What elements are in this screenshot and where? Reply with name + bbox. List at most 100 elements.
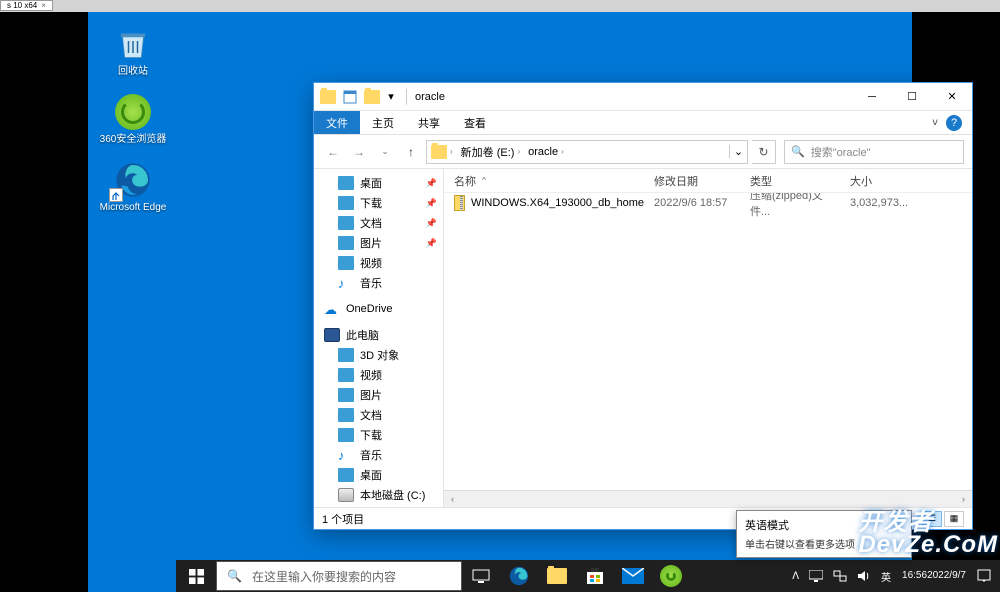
nav-item[interactable]: 3D 对象: [314, 345, 443, 365]
nav-item-label: 图片: [360, 235, 382, 251]
fold-b-icon: [338, 468, 354, 482]
address-dropdown-icon[interactable]: ⌄: [729, 145, 747, 158]
nav-item-label: 本地磁盘 (C:): [360, 487, 425, 503]
taskbar-360-icon[interactable]: [652, 560, 690, 592]
fold-b-icon: [338, 388, 354, 402]
file-name: WINDOWS.X64_193000_db_home: [471, 197, 644, 209]
col-date[interactable]: 修改日期: [644, 173, 740, 189]
col-size[interactable]: 大小: [840, 173, 972, 189]
edge-icon[interactable]: Microsoft Edge: [98, 160, 168, 214]
scroll-right-icon[interactable]: ›: [955, 494, 972, 504]
nav-item[interactable]: ♪音乐: [314, 445, 443, 465]
nav-item[interactable]: 图片 📌: [314, 233, 443, 253]
nav-item-label: 文档: [360, 215, 382, 231]
col-name[interactable]: 名称: [454, 173, 476, 189]
back-button[interactable]: ←: [322, 141, 344, 163]
breadcrumb-seg-0[interactable]: 新加卷 (E:): [461, 144, 515, 160]
navigation-pane[interactable]: 桌面📌下载📌文档📌图片📌视频♪音乐☁OneDrive此电脑3D 对象视频图片文档…: [314, 169, 444, 507]
nav-item-label: 文档: [360, 407, 382, 423]
tab-view[interactable]: 查看: [452, 111, 498, 134]
desktop[interactable]: 回收站 360安全浏览器 Microsoft Edge ▾ oracle: [88, 12, 912, 592]
nav-item[interactable]: 视频: [314, 365, 443, 385]
search-icon: 🔍: [791, 145, 805, 158]
letterbox-left: [0, 12, 88, 592]
nav-onedrive[interactable]: ☁OneDrive: [314, 299, 443, 319]
nav-item[interactable]: 桌面: [314, 465, 443, 485]
clock-time: 16:56: [902, 570, 927, 582]
taskbar-explorer-icon[interactable]: [538, 560, 576, 592]
minimize-button[interactable]: ─: [852, 83, 892, 111]
zip-icon: [454, 195, 465, 211]
horizontal-scrollbar[interactable]: ‹ ›: [444, 490, 972, 507]
tray-notifications-icon[interactable]: [972, 560, 996, 592]
scroll-left-icon[interactable]: ‹: [444, 494, 461, 504]
file-type: 压缩(zipped)文件...: [740, 193, 840, 219]
clock-date: 2022/9/7: [927, 570, 966, 582]
nav-this-pc[interactable]: 此电脑: [314, 325, 443, 345]
qa-newfolder-icon[interactable]: [364, 89, 380, 105]
address-bar[interactable]: › 新加卷 (E:)› oracle› ⌄: [426, 140, 748, 164]
qa-properties-icon[interactable]: [342, 89, 358, 105]
file-list[interactable]: WINDOWS.X64_193000_db_home2022/9/6 18:57…: [444, 193, 972, 490]
search-icon: 🔍: [227, 569, 242, 583]
col-type[interactable]: 类型: [740, 173, 840, 189]
fold-b-icon: [338, 348, 354, 362]
tab-file[interactable]: 文件: [314, 111, 360, 134]
nav-item-label: 此电脑: [346, 327, 379, 343]
fold-b-icon: [338, 196, 354, 210]
pin-icon: 📌: [426, 238, 437, 249]
nav-item[interactable]: 图片: [314, 385, 443, 405]
tray-overflow-icon[interactable]: ᐱ: [787, 560, 804, 592]
nav-item-label: 视频: [360, 255, 382, 271]
column-headers[interactable]: 名称^ 修改日期 类型 大小: [444, 169, 972, 193]
nav-item-label: 音乐: [360, 275, 382, 291]
ribbon-collapse-icon[interactable]: ⅴ: [932, 117, 938, 128]
host-tab-close-icon[interactable]: ×: [41, 1, 46, 11]
fold-b-icon: [338, 216, 354, 230]
search-input[interactable]: 🔍 搜索"oracle": [784, 140, 964, 164]
taskbar-edge-icon[interactable]: [500, 560, 538, 592]
nav-item[interactable]: 视频: [314, 253, 443, 273]
nav-item[interactable]: 下载📌: [314, 193, 443, 213]
start-button[interactable]: [176, 560, 216, 592]
qa-dropdown-icon[interactable]: ▾: [386, 89, 396, 105]
up-button[interactable]: ↑: [400, 141, 422, 163]
nav-item[interactable]: 本地磁盘 (C:): [314, 485, 443, 505]
taskbar-store-icon[interactable]: [576, 560, 614, 592]
nav-item[interactable]: 文档📌: [314, 213, 443, 233]
music-icon: ♪: [338, 448, 354, 462]
nav-item[interactable]: 文档: [314, 405, 443, 425]
content-pane: 名称^ 修改日期 类型 大小 WINDOWS.X64_193000_db_hom…: [444, 169, 972, 507]
browser360-icon[interactable]: 360安全浏览器: [98, 92, 168, 146]
forward-button[interactable]: →: [348, 141, 370, 163]
host-tab[interactable]: s 10 x64 ×: [0, 0, 53, 11]
recycle-bin-icon[interactable]: 回收站: [98, 24, 168, 78]
titlebar[interactable]: ▾ oracle ─ ☐ ✕: [314, 83, 972, 111]
taskbar-mail-icon[interactable]: [614, 560, 652, 592]
nav-item[interactable]: ♪音乐: [314, 273, 443, 293]
tray-network-icon[interactable]: [828, 560, 852, 592]
tab-home[interactable]: 主页: [360, 111, 406, 134]
address-folder-icon: [431, 145, 447, 159]
tray-ime[interactable]: 英: [876, 560, 896, 592]
tray-monitor-icon[interactable]: [804, 560, 828, 592]
task-view-button[interactable]: [462, 560, 500, 592]
cloud-icon: ☁: [324, 302, 340, 316]
tray-clock[interactable]: 16:56 2022/9/7: [896, 560, 972, 592]
tab-share[interactable]: 共享: [406, 111, 452, 134]
history-dropdown-icon[interactable]: ⌄: [374, 141, 396, 163]
fold-b-icon: [338, 408, 354, 422]
breadcrumb-seg-1[interactable]: oracle: [528, 146, 558, 158]
taskbar-search[interactable]: 🔍 在这里输入你要搜索的内容: [216, 561, 462, 591]
nav-item[interactable]: 下载: [314, 425, 443, 445]
maximize-button[interactable]: ☐: [892, 83, 932, 111]
host-tab-bar: s 10 x64 ×: [0, 0, 1000, 12]
pc-icon: [324, 328, 340, 342]
help-icon[interactable]: ?: [946, 115, 962, 131]
file-row[interactable]: WINDOWS.X64_193000_db_home2022/9/6 18:57…: [444, 193, 972, 213]
explorer-window: ▾ oracle ─ ☐ ✕ 文件 主页 共享 查看 ⅴ ? ← → ⌄ ↑: [313, 82, 973, 530]
nav-item[interactable]: 桌面📌: [314, 173, 443, 193]
tray-volume-icon[interactable]: [852, 560, 876, 592]
close-button[interactable]: ✕: [932, 83, 972, 111]
refresh-button[interactable]: ↻: [752, 140, 776, 164]
